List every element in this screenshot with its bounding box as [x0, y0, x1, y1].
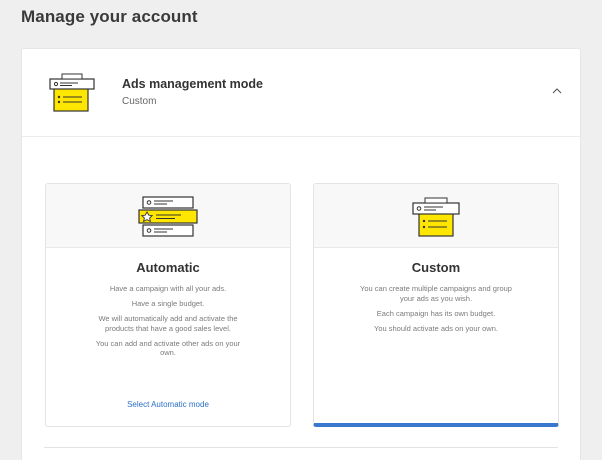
ads-mode-title: Ads management mode [122, 77, 264, 91]
ads-panel-icon [49, 73, 95, 112]
automatic-mode-card[interactable]: Automatic Have a campaign with all your … [45, 183, 291, 427]
automatic-desc-line: Have a campaign with all your ads. [109, 284, 227, 293]
custom-card-header [314, 184, 558, 248]
custom-mode-name: Custom [411, 260, 461, 275]
automatic-desc-line: Have a single budget. [131, 299, 205, 308]
automatic-mode-description: Have a campaign with all your ads. Have … [46, 284, 290, 363]
custom-mode-description: You can create multiple campaigns and gr… [314, 284, 558, 339]
custom-mode-icon [412, 197, 460, 237]
custom-desc-line: You should activate ads on your own. [374, 323, 498, 333]
automatic-card-header [46, 184, 290, 248]
divider [44, 447, 558, 448]
automatic-mode-name: Automatic [136, 260, 200, 275]
custom-mode-card[interactable]: Custom You can create multiple campaigns… [313, 183, 559, 427]
chevron-up-icon[interactable] [550, 86, 564, 96]
automatic-desc-line: We will automatically add and activate t… [98, 314, 238, 333]
custom-desc-line: Each campaign has its own budget. [376, 308, 496, 318]
page-title: Manage your account [21, 7, 198, 26]
automatic-desc-line: You can add and activate other ads on yo… [95, 338, 241, 358]
select-automatic-mode-link[interactable]: Select Automatic mode [46, 400, 290, 409]
account-card: Ads management mode Custom Automatic Hav… [21, 48, 581, 460]
custom-desc-line: You can create multiple campaigns and gr… [360, 284, 512, 303]
ads-management-accordion-header[interactable]: Ads management mode Custom [22, 49, 580, 137]
ads-mode-current: Custom [122, 96, 157, 107]
automatic-mode-icon [138, 196, 198, 237]
